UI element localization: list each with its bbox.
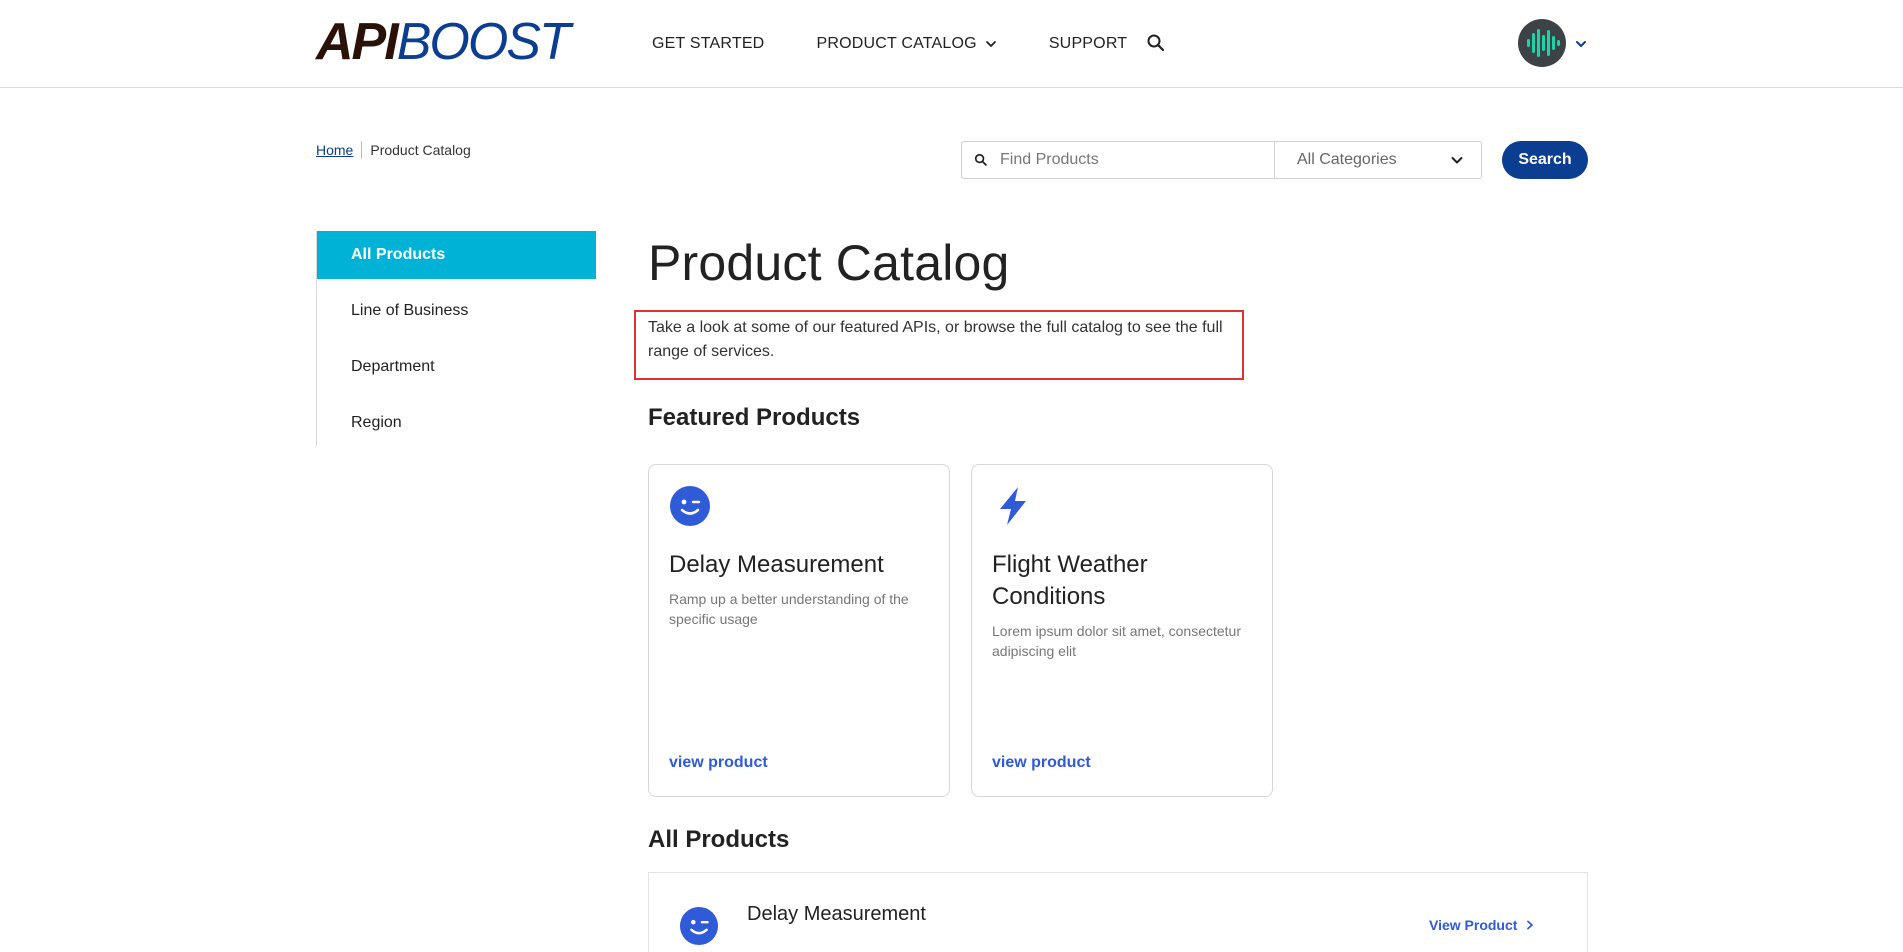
nav-product-catalog[interactable]: PRODUCT CATALOG	[816, 35, 996, 53]
sidebar-item-department[interactable]: Department	[317, 343, 596, 391]
category-select-value: All Categories	[1297, 151, 1397, 168]
chevron-right-icon	[1527, 920, 1534, 930]
nav-get-started-label: GET STARTED	[652, 35, 765, 52]
waveform-icon	[1527, 29, 1560, 57]
breadcrumb-home-link[interactable]: Home	[316, 142, 353, 158]
logo-part-api: API	[316, 13, 399, 71]
apiboost-logo[interactable]: API BOOST	[316, 13, 571, 71]
wink-face-icon	[679, 906, 719, 946]
view-product-label: View Product	[1429, 917, 1518, 933]
view-product-link[interactable]: view product	[992, 754, 1091, 772]
sidebar-item-label: All Products	[351, 246, 446, 263]
card-title: Delay Measurement	[669, 551, 884, 578]
product-list-item[interactable]: Delay Measurement View Product	[648, 872, 1588, 952]
breadcrumb: Home Product Catalog	[316, 141, 471, 159]
chevron-down-icon	[985, 41, 996, 47]
wink-face-icon	[670, 486, 710, 526]
search-icon[interactable]	[1146, 33, 1166, 53]
product-search-box: All Categories	[961, 141, 1482, 179]
logo-part-boost: BOOST	[396, 13, 571, 71]
card-description: Lorem ipsum dolor sit amet, consectetur …	[992, 623, 1241, 659]
card-description: Ramp up a better understanding of the sp…	[669, 591, 909, 627]
nav-support-label: SUPPORT	[1048, 35, 1128, 52]
main-nav: GET STARTED PRODUCT CATALOG SUPPORT	[652, 30, 1127, 58]
lightning-bolt-icon	[1000, 487, 1026, 525]
search-button[interactable]: Search	[1502, 141, 1588, 179]
view-product-link[interactable]: View Product	[1429, 917, 1535, 933]
avatar[interactable]	[1518, 19, 1566, 67]
sidebar-item-label: Department	[351, 358, 435, 375]
nav-support[interactable]: SUPPORT	[1049, 35, 1127, 53]
all-products-heading: All Products	[648, 826, 790, 853]
product-title: Delay Measurement	[747, 903, 926, 925]
site-header: API BOOST GET STARTED PRODUCT CATALOG SU…	[0, 0, 1903, 88]
sidebar-item-label: Region	[351, 414, 402, 431]
sidebar-item-line-of-business[interactable]: Line of Business	[317, 287, 596, 335]
chevron-down-icon	[1451, 157, 1463, 164]
featured-card-delay-measurement[interactable]: Delay Measurement Ramp up a better under…	[648, 464, 950, 797]
category-sidebar: All Products Line of Business Department…	[316, 231, 596, 446]
sidebar-item-label: Line of Business	[351, 302, 469, 319]
breadcrumb-separator	[361, 141, 363, 159]
view-product-link[interactable]: view product	[669, 754, 768, 772]
nav-get-started[interactable]: GET STARTED	[652, 35, 764, 53]
featured-products-heading: Featured Products	[648, 404, 861, 431]
chevron-down-icon[interactable]	[1574, 37, 1588, 51]
intro-text: Take a look at some of our featured APIs…	[648, 319, 1223, 360]
page-title: Product Catalog	[648, 235, 1010, 291]
sidebar-item-all-products[interactable]: All Products	[317, 231, 596, 279]
featured-card-flight-weather[interactable]: Flight Weather Conditions Lorem ipsum do…	[971, 464, 1273, 797]
card-title: Flight Weather Conditions	[992, 551, 1148, 610]
sidebar-item-region[interactable]: Region	[317, 399, 596, 447]
search-input[interactable]	[1000, 142, 1274, 178]
nav-product-catalog-label: PRODUCT CATALOG	[816, 35, 977, 52]
breadcrumb-current: Product Catalog	[370, 142, 471, 158]
search-icon	[962, 142, 1000, 178]
category-select[interactable]: All Categories	[1274, 142, 1482, 178]
